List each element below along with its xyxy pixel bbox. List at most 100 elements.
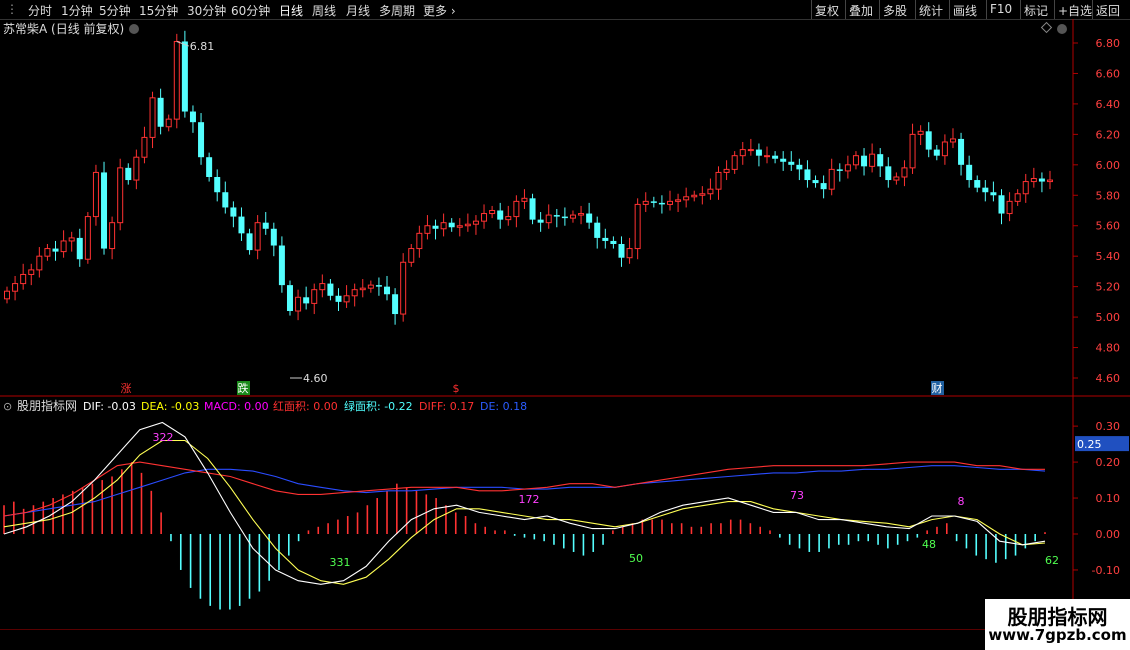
candle-body [125, 167, 132, 181]
indicator-toggle-icon: ⊙ [3, 400, 12, 413]
period-tab-8[interactable]: 月线 [346, 2, 370, 19]
candle-body [780, 158, 787, 162]
candle-body [642, 200, 649, 205]
current-value-label: 0.25 [1077, 438, 1102, 451]
candle-body [933, 149, 940, 156]
candle-body [990, 192, 997, 196]
indicator-value-4: 绿面积: -0.22 [344, 399, 413, 413]
toolbar-action-7[interactable]: +自选 [1058, 2, 1092, 19]
toolbar-action-6[interactable]: 标记 [1024, 2, 1048, 19]
candle-body [270, 228, 277, 246]
candle-body [230, 207, 237, 217]
chevron-down-icon[interactable] [129, 24, 139, 34]
candle-body [1014, 193, 1021, 202]
candle-body [497, 210, 504, 220]
candle-body [343, 295, 350, 303]
candle-body [764, 155, 771, 158]
candle-body [408, 248, 415, 263]
chart-title: 苏常柴A (日线 前复权) [3, 21, 124, 36]
period-tab-3[interactable]: 15分钟 [139, 2, 178, 19]
price-tick-label: 5.80 [1096, 189, 1121, 202]
candle-body [1022, 181, 1029, 195]
candle-body [464, 223, 471, 227]
toolbar-action-1[interactable]: 叠加 [849, 2, 873, 19]
candle-body [772, 155, 779, 159]
candle-body [747, 149, 754, 152]
candle-body [214, 177, 221, 193]
candle-body [925, 131, 932, 150]
chart-area[interactable]: 6.80 6.60 6.40 6.20 6.00 5.80 5.60 5.40 5.20 5.00… [0, 19, 1130, 630]
period-tab-9[interactable]: 多周期 [379, 2, 415, 19]
candle-body [4, 290, 10, 300]
indicator-annotation-2: 172 [519, 493, 540, 506]
candle-body [723, 168, 730, 173]
price-tick-label: 5.40 [1096, 250, 1121, 263]
price-tick-label: 5.00 [1096, 311, 1121, 324]
candle-body [222, 192, 229, 208]
candle-body [76, 237, 83, 260]
candle-body [998, 195, 1005, 214]
price-tick-label: 4.80 [1096, 342, 1121, 355]
toolbar-action-0[interactable]: 复权 [815, 2, 839, 19]
candle-body [861, 155, 868, 167]
period-tab-6[interactable]: 日线 [279, 2, 303, 19]
diamond-icon[interactable] [1040, 21, 1053, 34]
candle-body [885, 166, 892, 181]
indicator-annotation-7: 62 [1045, 554, 1059, 567]
toolbar-action-4[interactable]: 画线 [953, 2, 977, 19]
period-tab-5[interactable]: 60分钟 [231, 2, 270, 19]
price-tick-label: 4.60 [1096, 372, 1121, 385]
candle-body [311, 289, 318, 304]
candle-body [545, 214, 552, 224]
candle-body [594, 222, 601, 238]
candle-body [335, 295, 342, 302]
candle-body [165, 118, 172, 128]
candle-body [28, 269, 35, 275]
dea-line [3, 439, 1046, 585]
candle-body [626, 248, 633, 259]
candle-body [254, 222, 261, 251]
candle-body [909, 133, 916, 169]
candle-body [141, 136, 148, 158]
candle-body [844, 164, 851, 172]
candle-body [117, 167, 124, 224]
candle-body [666, 200, 673, 205]
toolbar-separator [949, 0, 950, 19]
candle-body [20, 273, 27, 285]
toolbar-action-5[interactable]: F10 [990, 2, 1012, 16]
toolbar-action-3[interactable]: 统计 [919, 2, 943, 19]
candle-body [238, 216, 245, 234]
candle-body [949, 138, 956, 143]
indicator-annotation-6: 8 [958, 495, 965, 508]
candle-body [1030, 178, 1037, 183]
candle-body [796, 164, 803, 170]
indicator-value-5: DIFF: 0.17 [419, 400, 474, 413]
candle-body [634, 203, 641, 250]
candle-body [707, 188, 714, 195]
price-tick-label: 6.20 [1096, 128, 1121, 141]
candle-body [1038, 178, 1045, 182]
indicator-value-2: MACD: 0.00 [204, 400, 269, 413]
indicator-value-6: DE: 0.18 [480, 400, 527, 413]
period-tab-1[interactable]: 1分钟 [61, 2, 93, 19]
period-tab-10[interactable]: 更多 › [423, 2, 456, 19]
candle-body [893, 176, 900, 181]
candle-body [618, 244, 625, 258]
candle-body [602, 237, 609, 241]
candle-body [1047, 179, 1053, 183]
candle-body [440, 222, 447, 230]
period-tab-4[interactable]: 30分钟 [187, 2, 226, 19]
period-tab-0[interactable]: 分时 [28, 2, 52, 19]
candle-body [658, 202, 665, 205]
ind-tick-label: 0.10 [1096, 492, 1121, 505]
candle-body [755, 149, 762, 156]
candle-body [416, 232, 423, 250]
candle-body [278, 245, 285, 286]
candle-body [699, 193, 706, 196]
chevron-down-icon[interactable] [1057, 24, 1067, 34]
toolbar-action-2[interactable]: 多股 [883, 2, 907, 19]
toolbar-action-8[interactable]: 返回 [1096, 2, 1120, 19]
period-tab-7[interactable]: 周线 [312, 2, 336, 19]
candle-body [691, 194, 698, 198]
period-tab-2[interactable]: 5分钟 [99, 2, 131, 19]
